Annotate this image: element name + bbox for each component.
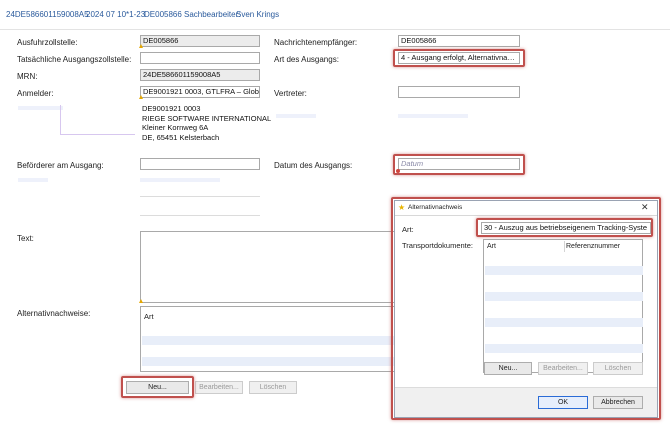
list-row xyxy=(485,292,643,301)
datum-placeholder: Datum xyxy=(401,159,424,168)
column-divider xyxy=(564,241,565,252)
header-mrn: 24DE586601159008A5 xyxy=(6,10,89,19)
address-line: DE9001921 0003 xyxy=(142,104,201,113)
dialog-loeschen-button[interactable]: Löschen xyxy=(593,362,643,375)
ausfuhrzollstelle-label: Ausfuhrzollstelle: xyxy=(17,38,78,47)
dialog-title: Alternativnachweis xyxy=(408,204,463,211)
tats-ausgangszollstelle-label: Tatsächliche Ausgangszollstelle: xyxy=(17,55,132,64)
address-line: DE, 65451 Kelsterbach xyxy=(142,132,220,142)
mrn-field[interactable]: 24DE586601159008A5 xyxy=(140,69,260,81)
transportdokumente-list[interactable]: Art Referenznummer xyxy=(483,239,643,373)
blurred-frame xyxy=(60,105,135,135)
alternativnachweise-label: Alternativnachweise: xyxy=(17,309,91,318)
dialog-bearbeiten-button[interactable]: Bearbeiten... xyxy=(538,362,588,375)
befoerderer-label: Beförderer am Ausgang: xyxy=(17,161,104,170)
tats-ausgangszollstelle-field[interactable] xyxy=(140,52,260,64)
neu-button[interactable]: Neu... xyxy=(126,381,189,394)
blurred-text xyxy=(18,178,48,182)
required-marker xyxy=(139,44,143,48)
abbrechen-button[interactable]: Abbrechen xyxy=(593,396,643,409)
dialog-titlebar: ★ Alternativnachweis ✕ xyxy=(395,201,657,216)
address-line: Kleiner Kornweg 6A xyxy=(142,123,209,132)
blurred-text xyxy=(276,114,316,118)
anmelder-address: DE9001921 0003 RIEGE SOFTWARE INTERNATIO… xyxy=(142,104,271,142)
header-date-code: 2024 07 10*1-23 xyxy=(86,10,146,19)
blurred-text xyxy=(140,178,220,182)
blurred-text xyxy=(398,114,468,118)
datum-des-ausgangs-label: Datum des Ausgangs: xyxy=(274,161,353,170)
vertreter-field[interactable] xyxy=(398,86,520,98)
nachrichtenempfaenger-label: Nachrichtenempfänger: xyxy=(274,38,358,47)
header-clerk-name[interactable]: Sven Krings xyxy=(236,10,279,19)
mrn-label: MRN: xyxy=(17,72,38,81)
dialog-neu-button[interactable]: Neu... xyxy=(484,362,532,375)
header-clerk-label: Sachbearbeiter: xyxy=(184,10,241,19)
address-line: RIEGE SOFTWARE INTERNATIONAL xyxy=(142,113,272,123)
list-row xyxy=(485,266,643,275)
list-row xyxy=(485,344,643,353)
list-row xyxy=(485,318,643,327)
header-id: DE005866 xyxy=(144,10,182,19)
required-marker xyxy=(139,299,143,303)
dialog-footer: OK Abbrechen xyxy=(395,387,657,417)
list-row xyxy=(142,336,396,345)
blurred-text xyxy=(18,106,63,110)
col-art-header: Art xyxy=(487,243,496,250)
art-des-ausgangs-value: 4 - Ausgang erfolgt, Alternativna… xyxy=(401,53,515,62)
befoerderer-field[interactable] xyxy=(140,158,260,170)
divider xyxy=(140,196,260,197)
anmelder-field[interactable]: DE9001921 0003, GTLFRA – Global T xyxy=(140,86,260,98)
required-marker xyxy=(139,95,143,99)
nachrichtenempfaenger-field[interactable]: DE005866 xyxy=(398,35,520,47)
header-bar: 24DE586601159008A5 2024 07 10*1-23 DE005… xyxy=(0,0,670,30)
vertreter-label: Vertreter: xyxy=(274,89,307,98)
art-des-ausgangs-select[interactable]: 4 - Ausgang erfolgt, Alternativna… xyxy=(398,52,520,64)
transportdokumente-label: Transportdokumente: xyxy=(402,241,474,250)
dialog-art-select[interactable]: 30 - Auszug aus betriebseigenem Tracking… xyxy=(481,222,651,234)
ausfuhrzollstelle-field[interactable]: DE005866 xyxy=(140,35,260,47)
list-row xyxy=(142,357,396,366)
alternativnachweise-list[interactable]: Art xyxy=(140,306,396,372)
error-dot-icon xyxy=(396,169,400,173)
anmelder-label: Anmelder: xyxy=(17,89,54,98)
art-des-ausgangs-label: Art des Ausgangs: xyxy=(274,55,339,64)
text-label: Text: xyxy=(17,234,34,243)
ok-button[interactable]: OK xyxy=(538,396,588,409)
col-referenznummer-header: Referenznummer xyxy=(566,243,621,250)
alt-col-art: Art xyxy=(144,312,154,321)
close-icon[interactable]: ✕ xyxy=(641,202,649,213)
app-star-icon: ★ xyxy=(398,203,406,212)
alternativnachweis-dialog: ★ Alternativnachweis ✕ Art: 30 - Auszug … xyxy=(394,200,658,418)
bearbeiten-button[interactable]: Bearbeiten... xyxy=(195,381,243,394)
text-area[interactable] xyxy=(140,231,400,303)
loeschen-button[interactable]: Löschen xyxy=(249,381,297,394)
divider xyxy=(140,215,260,216)
datum-des-ausgangs-field[interactable]: Datum xyxy=(398,158,520,170)
dialog-art-label: Art: xyxy=(402,225,414,234)
